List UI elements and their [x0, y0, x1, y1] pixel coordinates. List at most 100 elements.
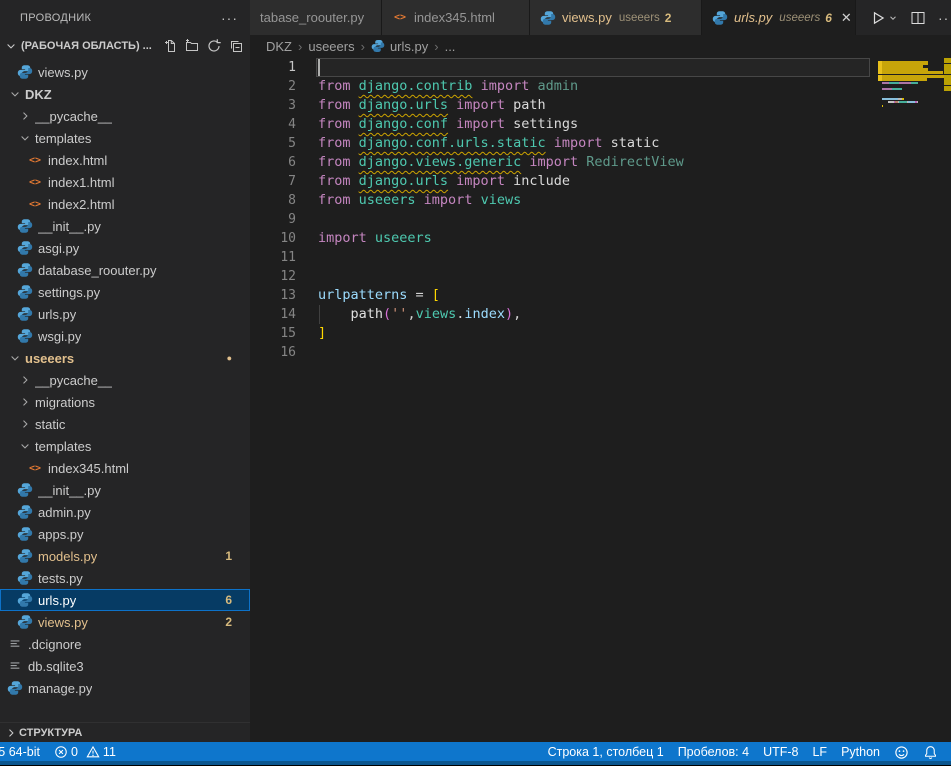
code-line-13[interactable]: 13urlpatterns = [ [250, 286, 951, 305]
tree-file-admin.py[interactable]: admin.py [0, 501, 250, 523]
line-number[interactable]: 9 [250, 210, 296, 229]
tree-file-__init__.py[interactable]: __init__.py [0, 215, 250, 237]
encoding-status[interactable]: UTF-8 [756, 742, 805, 762]
tree-file-index345.html[interactable]: <>index345.html [0, 457, 250, 479]
tree-folder-templates[interactable]: templates [0, 127, 250, 149]
line-number[interactable]: 5 [250, 134, 296, 153]
tree-file-asgi.py[interactable]: asgi.py [0, 237, 250, 259]
line-number[interactable]: 12 [250, 267, 296, 286]
new-file-icon[interactable] [162, 38, 178, 54]
new-folder-icon[interactable] [184, 38, 200, 54]
code-line-8[interactable]: 8from useeers import views [250, 191, 951, 210]
tree-folder-useeers[interactable]: useeers● [0, 347, 250, 369]
workspace-section-header[interactable]: (РАБОЧАЯ ОБЛАСТЬ) ... [0, 35, 250, 57]
tab-urls.py[interactable]: urls.pyuseeers6✕ [702, 0, 856, 35]
language-mode-status[interactable]: Python [834, 742, 887, 762]
minimap[interactable] [878, 57, 944, 187]
tab-tabase_roouter.py[interactable]: tabase_roouter.py [250, 0, 382, 35]
code-line-10[interactable]: 10import useeers [250, 229, 951, 248]
notifications-bell-icon[interactable] [916, 742, 945, 762]
code-line-6[interactable]: 6from django.views.generic import Redire… [250, 153, 951, 172]
eol-status[interactable]: LF [805, 742, 834, 762]
line-number[interactable]: 11 [250, 248, 296, 267]
explorer-more-icon[interactable]: ··· [221, 10, 238, 26]
tree-file-urls.py[interactable]: urls.py [0, 303, 250, 325]
close-icon[interactable]: ✕ [841, 10, 852, 26]
tree-folder-DKZ[interactable]: DKZ [0, 83, 250, 105]
breadcrumb-item-...[interactable]: ... [445, 39, 456, 54]
code-line-9[interactable]: 9 [250, 210, 951, 229]
refresh-icon[interactable] [206, 38, 222, 54]
breadcrumb-item-DKZ[interactable]: DKZ [266, 39, 292, 54]
code-line-12[interactable]: 12 [250, 267, 951, 286]
tree-folder-static[interactable]: static [0, 413, 250, 435]
line-number[interactable]: 2 [250, 77, 296, 96]
tree-file-index.html[interactable]: <>index.html [0, 149, 250, 171]
chevron-right-icon[interactable] [17, 372, 33, 388]
tree-file-models.py[interactable]: models.py1 [0, 545, 250, 567]
tree-file-wsgi.py[interactable]: wsgi.py [0, 325, 250, 347]
outline-section-header[interactable]: СТРУКТУРА [0, 722, 250, 742]
tree-folder-migrations[interactable]: migrations [0, 391, 250, 413]
line-number[interactable]: 1 [250, 58, 296, 77]
tree-folder-__pycache__[interactable]: __pycache__ [0, 369, 250, 391]
chevron-down-icon[interactable] [17, 438, 33, 454]
chevron-right-icon[interactable] [17, 416, 33, 432]
cursor-position-status[interactable]: Строка 1, столбец 1 [541, 742, 671, 762]
tree-file-database_roouter.py[interactable]: database_roouter.py [0, 259, 250, 281]
code-line-14[interactable]: 14 path('',views.index), [250, 305, 951, 324]
code-editor[interactable]: 12from django.contrib import admin3from … [250, 57, 951, 742]
line-number[interactable]: 4 [250, 115, 296, 134]
tree-file-db.sqlite3[interactable]: db.sqlite3 [0, 655, 250, 677]
code-line-3[interactable]: 3from django.urls import path [250, 96, 951, 115]
problems-status[interactable]: 0 11 [47, 742, 123, 762]
line-number[interactable]: 13 [250, 286, 296, 305]
feedback-icon[interactable] [887, 742, 916, 762]
tree-folder-__pycache__[interactable]: __pycache__ [0, 105, 250, 127]
tree-file-index2.html[interactable]: <>index2.html [0, 193, 250, 215]
code-line-15[interactable]: 15] [250, 324, 951, 343]
line-number[interactable]: 6 [250, 153, 296, 172]
tree-folder-templates[interactable]: templates [0, 435, 250, 457]
tree-file-apps.py[interactable]: apps.py [0, 523, 250, 545]
collapse-all-icon[interactable] [228, 38, 244, 54]
chevron-down-icon[interactable] [888, 13, 898, 23]
tree-file-manage.py[interactable]: manage.py [0, 677, 250, 699]
tab-views.py[interactable]: views.pyuseeers2 [530, 0, 702, 35]
line-number[interactable]: 14 [250, 305, 296, 324]
chevron-down-icon[interactable] [17, 130, 33, 146]
code-line-11[interactable]: 11 [250, 248, 951, 267]
chevron-right-icon[interactable] [17, 108, 33, 124]
code-line-7[interactable]: 7from django.urls import include [250, 172, 951, 191]
code-line-2[interactable]: 2from django.contrib import admin [250, 77, 951, 96]
chevron-down-icon[interactable] [7, 350, 23, 366]
code-line-16[interactable]: 16 [250, 343, 951, 362]
tree-file-urls.py[interactable]: urls.py6 [0, 589, 250, 611]
line-number[interactable]: 10 [250, 229, 296, 248]
tree-file-__init__.py[interactable]: __init__.py [0, 479, 250, 501]
line-number[interactable]: 15 [250, 324, 296, 343]
tree-file-views.py[interactable]: views.py2 [0, 611, 250, 633]
line-number[interactable]: 7 [250, 172, 296, 191]
tree-file-tests.py[interactable]: tests.py [0, 567, 250, 589]
code-line-1[interactable]: 1 [250, 58, 951, 77]
line-number[interactable]: 3 [250, 96, 296, 115]
code-line-5[interactable]: 5from django.conf.urls.static import sta… [250, 134, 951, 153]
line-number[interactable]: 16 [250, 343, 296, 362]
line-number[interactable]: 8 [250, 191, 296, 210]
split-editor-icon[interactable] [910, 10, 926, 26]
tree-file-views.py[interactable]: views.py [0, 61, 250, 83]
chevron-right-icon[interactable] [17, 394, 33, 410]
chevron-down-icon[interactable] [7, 86, 23, 102]
python-interpreter-status[interactable]: n 3.9.5 64-bit [0, 742, 47, 762]
tree-file-index1.html[interactable]: <>index1.html [0, 171, 250, 193]
breadcrumb-item-urls.py[interactable]: urls.py [371, 39, 428, 54]
tree-file-settings.py[interactable]: settings.py [0, 281, 250, 303]
tab-index345.html[interactable]: <>index345.html [382, 0, 530, 35]
tree-file-.dcignore[interactable]: .dcignore [0, 633, 250, 655]
code-line-4[interactable]: 4from django.conf import settings [250, 115, 951, 134]
more-actions-icon[interactable]: ··· [938, 10, 951, 26]
run-button[interactable] [870, 10, 898, 26]
indentation-status[interactable]: Пробелов: 4 [671, 742, 756, 762]
breadcrumb-item-useeers[interactable]: useeers [308, 39, 354, 54]
